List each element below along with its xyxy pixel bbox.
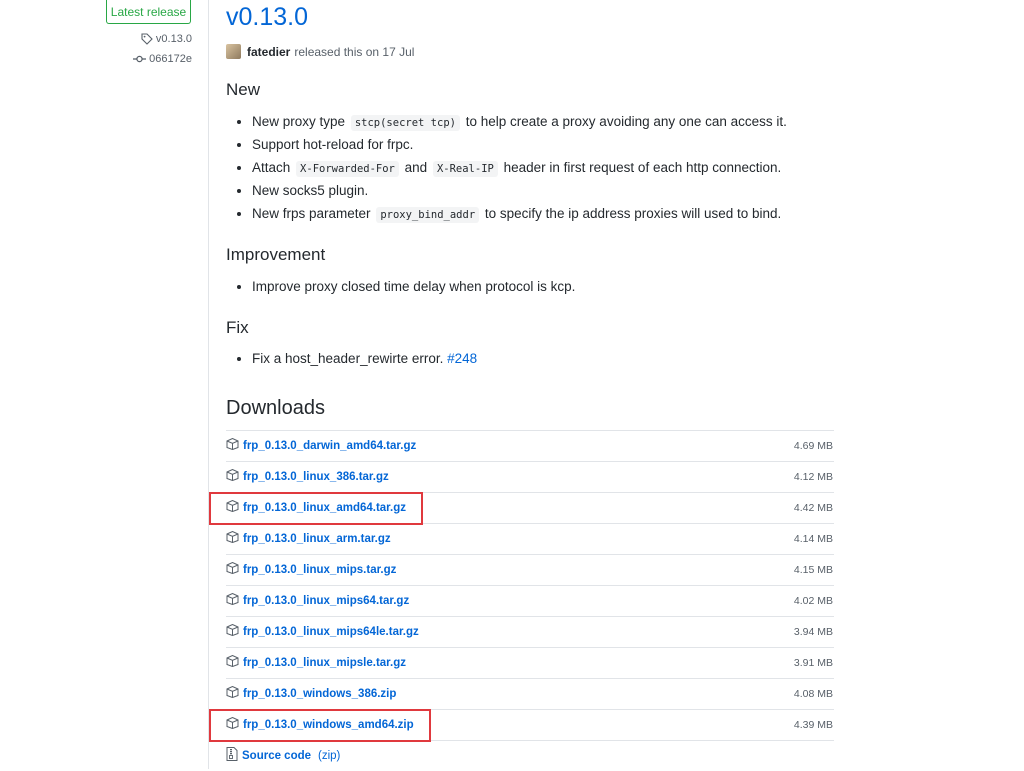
download-row[interactable]: frp_0.13.0_windows_amd64.zip 4.39 MB — [226, 710, 834, 741]
item-text: Fix a host_header_rewirte error. — [252, 351, 444, 366]
section-new-heading: New — [226, 80, 261, 99]
download-row[interactable]: frp_0.13.0_linux_mips64.tar.gz 4.02 MB — [226, 586, 834, 617]
item-text: New proxy type — [252, 114, 346, 129]
download-link[interactable]: frp_0.13.0_linux_mips.tar.gz — [226, 561, 396, 579]
list-item: New proxy type stcp(secret tcp) to help … — [226, 110, 826, 133]
new-list: New proxy type stcp(secret tcp) to help … — [226, 110, 826, 225]
item-text: Attach — [252, 160, 291, 175]
released-text: released this on 17 Jul — [294, 44, 415, 59]
asset-name[interactable]: frp_0.13.0_linux_mips64le.tar.gz — [243, 626, 419, 638]
item-text: Improve proxy closed time delay when pro… — [252, 279, 576, 294]
tag-name[interactable]: v0.13.0 — [156, 33, 192, 45]
source-code-row[interactable]: Source code (zip) — [226, 741, 834, 771]
asset-name[interactable]: frp_0.13.0_linux_amd64.tar.gz — [243, 502, 406, 514]
asset-size: 4.14 MB — [793, 533, 833, 545]
release-sidebar: Latest release v0.13.0 066172e — [0, 0, 209, 769]
source-code-label[interactable]: Source code — [242, 750, 311, 762]
latest-release-badge[interactable]: Latest release — [106, 0, 191, 24]
commit-link[interactable]: 066172e — [133, 53, 192, 65]
file-zip-icon — [226, 746, 238, 766]
commit-hash[interactable]: 066172e — [149, 53, 192, 65]
download-link[interactable]: frp_0.13.0_windows_386.zip — [226, 685, 396, 703]
asset-name[interactable]: frp_0.13.0_windows_386.zip — [243, 688, 396, 700]
download-link[interactable]: frp_0.13.0_linux_arm.tar.gz — [226, 530, 391, 548]
inline-code: proxy_bind_addr — [376, 207, 480, 223]
download-row[interactable]: frp_0.13.0_windows_386.zip 4.08 MB — [226, 679, 834, 710]
commit-icon — [133, 54, 147, 64]
asset-size: 3.94 MB — [793, 626, 833, 638]
package-icon — [226, 716, 239, 734]
asset-name[interactable]: frp_0.13.0_linux_386.tar.gz — [243, 471, 389, 483]
package-icon — [226, 654, 239, 672]
source-code-link[interactable]: Source code (zip) — [226, 746, 340, 766]
package-icon — [226, 561, 239, 579]
asset-size: 4.42 MB — [793, 502, 833, 514]
list-item: Fix a host_header_rewirte error. #248 — [226, 347, 826, 370]
list-item: Improve proxy closed time delay when pro… — [226, 275, 826, 298]
avatar[interactable] — [226, 44, 241, 59]
asset-size: 4.08 MB — [793, 688, 833, 700]
asset-size: 4.02 MB — [793, 595, 833, 607]
download-row[interactable]: frp_0.13.0_linux_arm.tar.gz 4.14 MB — [226, 524, 834, 555]
issue-link[interactable]: #248 — [447, 351, 477, 366]
inline-code: stcp(secret tcp) — [350, 115, 460, 131]
author-name[interactable]: fatedier — [247, 45, 290, 59]
package-icon — [226, 437, 239, 455]
asset-name[interactable]: frp_0.13.0_linux_arm.tar.gz — [243, 533, 391, 545]
item-text: New frps parameter — [252, 206, 371, 221]
asset-size: 3.91 MB — [793, 657, 833, 669]
tag-icon — [141, 33, 153, 45]
inline-code: X-Forwarded-For — [296, 161, 399, 177]
download-link[interactable]: frp_0.13.0_linux_mipsle.tar.gz — [226, 654, 406, 672]
download-row[interactable]: frp_0.13.0_linux_mips64le.tar.gz 3.94 MB — [226, 617, 834, 648]
list-item: New frps parameter proxy_bind_addr to sp… — [226, 202, 826, 225]
list-item: Support hot-reload for frpc. — [226, 133, 826, 156]
source-code-format[interactable]: (zip) — [318, 750, 340, 762]
asset-size: 4.15 MB — [793, 564, 833, 576]
item-text: to specify the ip address proxies will u… — [484, 206, 782, 221]
asset-name[interactable]: frp_0.13.0_windows_amd64.zip — [243, 719, 414, 731]
section-fix-heading: Fix — [226, 318, 249, 337]
asset-size: 4.12 MB — [793, 471, 833, 483]
download-link[interactable]: frp_0.13.0_darwin_amd64.tar.gz — [226, 437, 416, 455]
download-row[interactable]: frp_0.13.0_linux_mips.tar.gz 4.15 MB — [226, 555, 834, 586]
asset-size: 4.69 MB — [793, 440, 833, 452]
downloads-list: frp_0.13.0_darwin_amd64.tar.gz 4.69 MB frp… — [226, 430, 834, 771]
download-row[interactable]: frp_0.13.0_linux_amd64.tar.gz 4.42 MB — [226, 493, 834, 524]
download-row[interactable]: frp_0.13.0_darwin_amd64.tar.gz 4.69 MB — [226, 431, 834, 462]
release-title[interactable]: v0.13.0 — [226, 3, 308, 32]
package-icon — [226, 530, 239, 548]
asset-name[interactable]: frp_0.13.0_darwin_amd64.tar.gz — [243, 440, 416, 452]
download-row[interactable]: frp_0.13.0_linux_mipsle.tar.gz 3.91 MB — [226, 648, 834, 679]
section-improvement-heading: Improvement — [226, 245, 326, 264]
item-text: to help create a proxy avoiding any one … — [465, 114, 787, 129]
download-link[interactable]: frp_0.13.0_linux_mips64le.tar.gz — [226, 623, 419, 641]
release-byline: fatedier released this on 17 Jul — [226, 44, 414, 59]
download-link[interactable]: frp_0.13.0_linux_386.tar.gz — [226, 468, 389, 486]
asset-size: 4.39 MB — [793, 719, 833, 731]
list-item: Attach X-Forwarded-For and X-Real-IP hea… — [226, 156, 826, 179]
download-row[interactable]: frp_0.13.0_linux_386.tar.gz 4.12 MB — [226, 462, 834, 493]
item-text: and — [404, 160, 428, 175]
tag-link[interactable]: v0.13.0 — [141, 33, 192, 45]
download-link[interactable]: frp_0.13.0_windows_amd64.zip — [226, 716, 414, 734]
improvement-list: Improve proxy closed time delay when pro… — [226, 275, 826, 298]
fix-list: Fix a host_header_rewirte error. #248 — [226, 347, 826, 370]
package-icon — [226, 685, 239, 703]
package-icon — [226, 468, 239, 486]
download-link[interactable]: frp_0.13.0_linux_mips64.tar.gz — [226, 592, 409, 610]
item-text: Support hot-reload for frpc. — [252, 137, 414, 152]
item-text: header in first request of each http con… — [503, 160, 782, 175]
downloads-heading: Downloads — [226, 397, 325, 419]
item-text: New socks5 plugin. — [252, 183, 369, 198]
asset-name[interactable]: frp_0.13.0_linux_mips64.tar.gz — [243, 595, 409, 607]
download-link[interactable]: frp_0.13.0_linux_amd64.tar.gz — [226, 499, 406, 517]
inline-code: X-Real-IP — [432, 161, 498, 177]
package-icon — [226, 592, 239, 610]
asset-name[interactable]: frp_0.13.0_linux_mips.tar.gz — [243, 564, 396, 576]
package-icon — [226, 499, 239, 517]
list-item: New socks5 plugin. — [226, 179, 826, 202]
asset-name[interactable]: frp_0.13.0_linux_mipsle.tar.gz — [243, 657, 406, 669]
package-icon — [226, 623, 239, 641]
